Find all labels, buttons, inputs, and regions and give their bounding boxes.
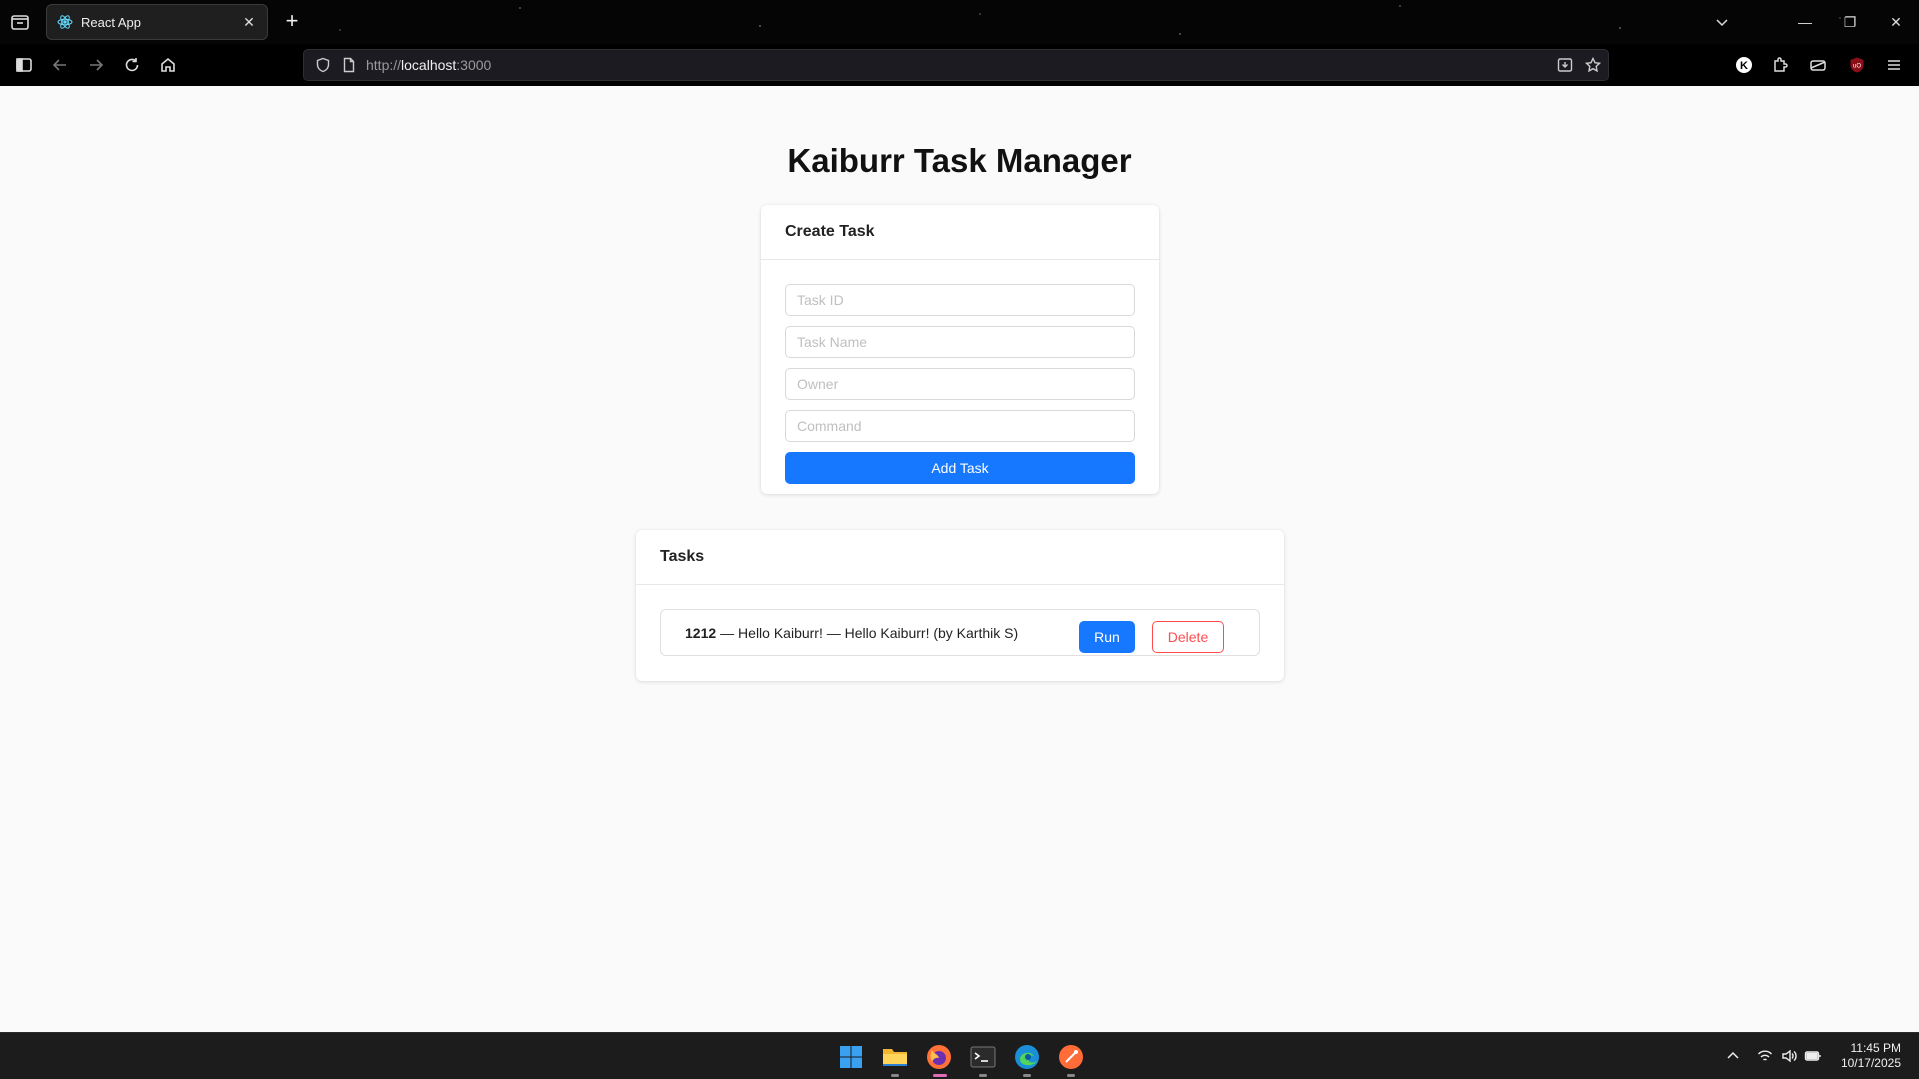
minimize-icon[interactable]: — bbox=[1793, 10, 1817, 34]
bookmark-star-icon[interactable] bbox=[1582, 54, 1604, 76]
system-clock[interactable]: 11:45 PM 10/17/2025 bbox=[1841, 1041, 1901, 1071]
page-title: Kaiburr Task Manager bbox=[787, 142, 1132, 179]
wifi-icon[interactable] bbox=[1756, 1047, 1774, 1065]
page-icon[interactable] bbox=[338, 54, 360, 76]
windows-start-icon[interactable] bbox=[836, 1042, 866, 1072]
back-icon[interactable] bbox=[48, 53, 72, 77]
windows-taskbar: 11:45 PM 10/17/2025 bbox=[0, 1032, 1919, 1079]
download-icon[interactable] bbox=[1554, 54, 1576, 76]
command-input[interactable] bbox=[785, 410, 1135, 442]
file-explorer-icon[interactable] bbox=[880, 1042, 910, 1077]
firefox-icon[interactable] bbox=[924, 1042, 954, 1077]
postman-icon[interactable] bbox=[1056, 1042, 1086, 1077]
ublock-icon[interactable]: uO bbox=[1845, 53, 1869, 77]
reload-icon[interactable] bbox=[120, 53, 144, 77]
clock-date: 10/17/2025 bbox=[1840, 1056, 1901, 1070]
browser-nav-bar: http://localhost:3000 K uO bbox=[0, 44, 1919, 86]
task-list-item: 1212 — Hello Kaiburr! — Hello Kaiburr! (… bbox=[660, 609, 1260, 656]
url-text[interactable]: http://localhost:3000 bbox=[366, 57, 491, 73]
task-name-input[interactable] bbox=[785, 326, 1135, 358]
tasks-card: Tasks 1212 — Hello Kaiburr! — Hello Kaib… bbox=[636, 530, 1284, 681]
svg-text:uO: uO bbox=[1853, 64, 1861, 70]
private-mask-icon[interactable] bbox=[1806, 53, 1830, 77]
chevron-down-icon[interactable] bbox=[1710, 10, 1734, 34]
volume-icon[interactable] bbox=[1780, 1047, 1798, 1065]
edge-icon[interactable] bbox=[1012, 1042, 1042, 1077]
task-id: 1212 bbox=[685, 624, 717, 641]
owner-input[interactable] bbox=[785, 368, 1135, 400]
active-indicator bbox=[933, 1074, 947, 1077]
terminal-icon[interactable] bbox=[968, 1042, 998, 1077]
restore-icon[interactable]: ❐ bbox=[1838, 10, 1862, 34]
shield-icon[interactable] bbox=[312, 54, 334, 76]
react-icon bbox=[57, 14, 73, 30]
delete-task-button[interactable]: Delete bbox=[1152, 621, 1224, 653]
extensions-icon[interactable] bbox=[1768, 53, 1792, 77]
running-indicator bbox=[979, 1074, 987, 1077]
task-description: — Hello Kaiburr! — Hello Kaiburr! (by Ka… bbox=[720, 624, 1019, 641]
chevron-up-icon[interactable] bbox=[1724, 1047, 1742, 1065]
running-indicator bbox=[891, 1074, 899, 1077]
add-task-button[interactable]: Add Task bbox=[785, 452, 1135, 484]
tab-list-icon[interactable] bbox=[8, 10, 32, 34]
home-icon[interactable] bbox=[156, 53, 180, 77]
page-viewport: Kaiburr Task Manager Create Task Add Tas… bbox=[0, 86, 1919, 1032]
browser-tab[interactable]: React App ✕ bbox=[46, 4, 268, 40]
menu-icon[interactable] bbox=[1882, 53, 1906, 77]
running-indicator bbox=[1023, 1074, 1031, 1077]
tasks-header: Tasks bbox=[636, 530, 1284, 585]
tab-title: React App bbox=[81, 14, 141, 30]
svg-text:K: K bbox=[1740, 60, 1748, 72]
forward-icon[interactable] bbox=[84, 53, 108, 77]
create-task-card: Create Task Add Task bbox=[761, 205, 1159, 494]
close-window-icon[interactable]: ✕ bbox=[1884, 10, 1908, 34]
browser-tab-bar: React App ✕ + — ❐ ✕ bbox=[0, 0, 1919, 44]
account-icon[interactable]: K bbox=[1732, 53, 1756, 77]
task-id-input[interactable] bbox=[785, 284, 1135, 316]
clock-time: 11:45 PM bbox=[1850, 1041, 1901, 1055]
battery-icon[interactable] bbox=[1804, 1047, 1822, 1065]
new-tab-icon[interactable]: + bbox=[280, 10, 304, 34]
address-bar[interactable]: http://localhost:3000 bbox=[303, 49, 1609, 81]
run-task-button[interactable]: Run bbox=[1079, 621, 1135, 653]
close-tab-icon[interactable]: ✕ bbox=[241, 14, 257, 30]
sidebar-icon[interactable] bbox=[12, 53, 36, 77]
running-indicator bbox=[1067, 1074, 1075, 1077]
create-task-header: Create Task bbox=[761, 205, 1159, 260]
